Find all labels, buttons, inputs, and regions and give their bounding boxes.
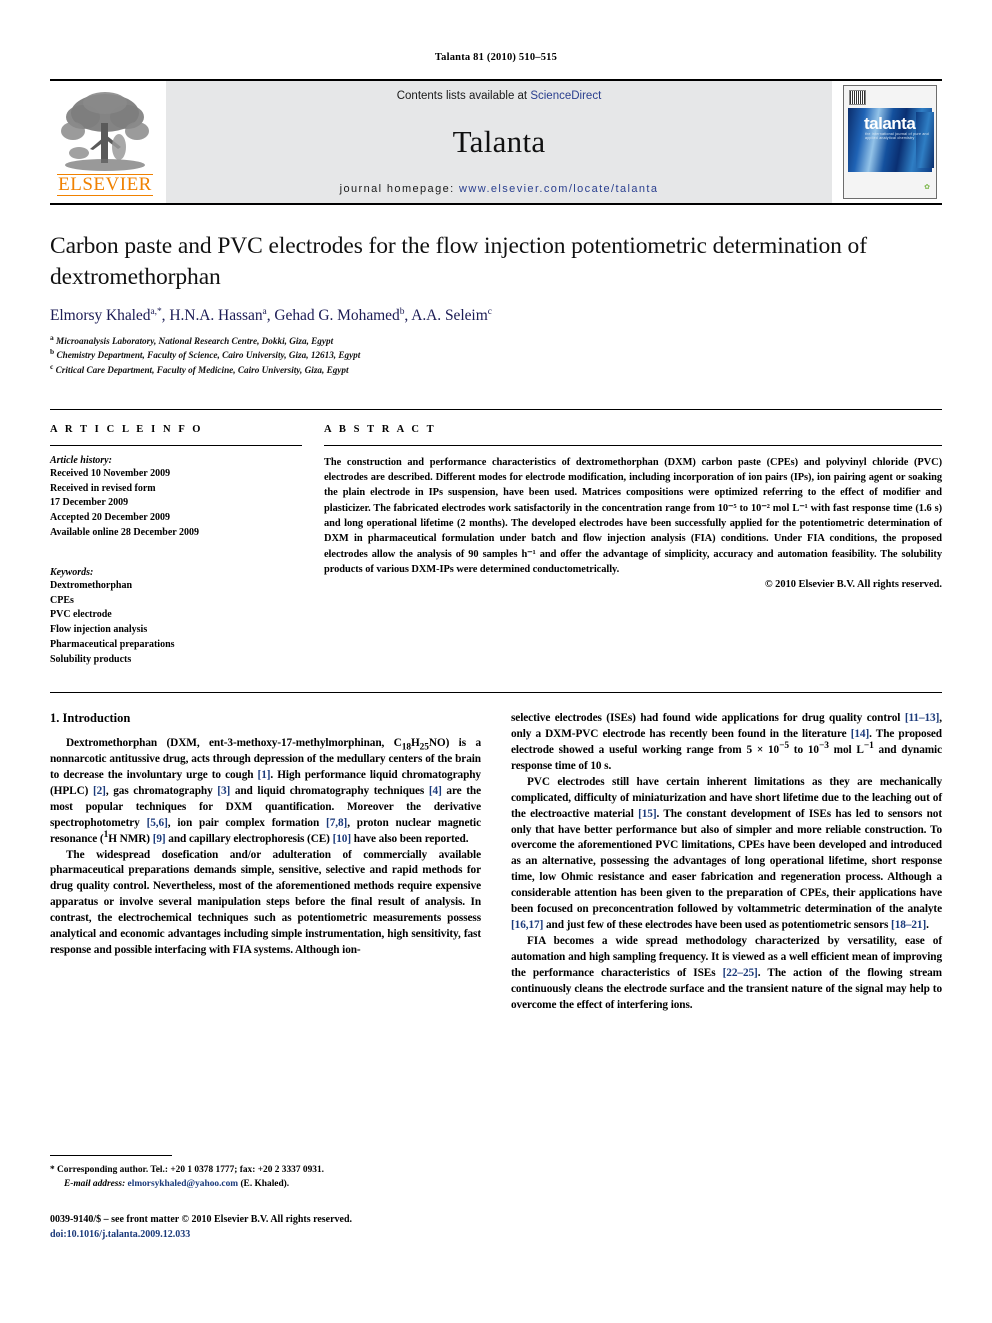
- email-link[interactable]: elmorsykhaled@yahoo.com: [128, 1179, 239, 1189]
- abstract-heading: A B S T R A C T: [324, 423, 437, 435]
- paper-page: Talanta 81 (2010) 510–515 ELSEVIER Conte…: [0, 0, 992, 1323]
- footnote-area: * Corresponding author. Tel.: +20 1 0378…: [50, 1155, 447, 1191]
- imprint-block: 0039-9140/$ – see front matter © 2010 El…: [50, 1212, 352, 1242]
- journal-homepage-link[interactable]: www.elsevier.com/locate/talanta: [459, 183, 658, 195]
- citation-link[interactable]: [10]: [333, 833, 352, 845]
- email-note: E-mail address: elmorsykhaled@yahoo.com …: [50, 1177, 447, 1191]
- paragraph: FIA becomes a wide spread methodology ch…: [511, 935, 942, 1012]
- issn-line: 0039-9140/$ – see front matter © 2010 El…: [50, 1214, 353, 1225]
- article-history-label: Article history:: [50, 454, 112, 466]
- abstract-text: The construction and performance charact…: [324, 456, 942, 575]
- article-info-column: A R T I C L E I N F O Article history: R…: [50, 424, 302, 668]
- paragraph: selective electrodes (ISEs) had found wi…: [511, 711, 943, 772]
- doi-link[interactable]: 10.1016/j.talanta.2009.12.033: [67, 1229, 191, 1240]
- keyword-item: Pharmaceutical preparations: [50, 639, 175, 651]
- homepage-label: journal homepage:: [339, 183, 460, 195]
- citation-link[interactable]: [18–21]: [891, 919, 926, 931]
- title-block: Carbon paste and PVC electrodes for the …: [50, 231, 942, 377]
- keyword-item: Dextromethorphan: [50, 579, 133, 591]
- doi-label: doi:: [50, 1229, 67, 1240]
- journal-masthead: ELSEVIER Contents lists available at Sci…: [50, 79, 942, 205]
- affiliation-text: Chemistry Department, Faculty of Science…: [56, 350, 361, 361]
- journal-banner: Contents lists available at ScienceDirec…: [166, 81, 832, 203]
- barcode-icon: [849, 90, 866, 105]
- author-item[interactable]: Elmorsy Khaleda,*: [50, 307, 162, 324]
- leaf-icon: ✿: [924, 183, 930, 192]
- history-item: Accepted 20 December 2009: [50, 512, 171, 524]
- elsevier-wordmark: ELSEVIER: [57, 174, 153, 196]
- email-suffix: (E. Khaled).: [240, 1179, 290, 1190]
- author-list: Elmorsy Khaleda,*, H.N.A. Hassana, Gehad…: [50, 306, 492, 325]
- citation-link[interactable]: [2]: [93, 785, 106, 797]
- keywords-block: Keywords: Dextromethorphan CPEs PVC elec…: [50, 567, 302, 668]
- body-columns: 1. Introduction Dextromethorphan (DXM, e…: [50, 711, 942, 1015]
- citation-link[interactable]: [4]: [429, 785, 442, 797]
- elsevier-tree-icon: [61, 92, 149, 171]
- divider: [324, 444, 942, 446]
- citation-link[interactable]: [16,17]: [511, 919, 543, 931]
- history-item: Received in revised form: [50, 482, 156, 494]
- affiliation-list: a Microanalysis Laboratory, National Res…: [50, 334, 942, 377]
- citation-link[interactable]: [1]: [258, 769, 271, 781]
- cover-journal-name: talanta: [864, 114, 916, 133]
- email-label: E-mail address:: [64, 1179, 126, 1190]
- citation-link[interactable]: [3]: [217, 785, 230, 797]
- running-head: Talanta 81 (2010) 510–515: [434, 52, 558, 63]
- article-history-list: Received 10 November 2009 Received in re…: [50, 467, 302, 541]
- affiliation-item: a Microanalysis Laboratory, National Res…: [50, 333, 334, 347]
- keywords-list: Dextromethorphan CPEs PVC electrode Flow…: [50, 579, 302, 668]
- abstract-column: A B S T R A C T The construction and per…: [324, 424, 942, 668]
- elsevier-logo: ELSEVIER: [50, 81, 160, 203]
- affiliation-text: Microanalysis Laboratory, National Resea…: [56, 336, 334, 347]
- abstract-copyright: © 2010 Elsevier B.V. All rights reserved…: [764, 579, 942, 591]
- corresponding-author-note: * Corresponding author. Tel.: +20 1 0378…: [50, 1165, 324, 1175]
- sciencedirect-link[interactable]: ScienceDirect: [530, 90, 601, 102]
- citation-link[interactable]: [9]: [153, 833, 166, 845]
- affiliation-item: c Critical Care Department, Faculty of M…: [50, 361, 349, 375]
- cover-footer: ✿: [924, 183, 930, 193]
- page-title: Carbon paste and PVC electrodes for the …: [50, 233, 867, 290]
- article-info-heading: A R T I C L E I N F O: [50, 423, 204, 435]
- citation-link[interactable]: [15]: [638, 808, 657, 820]
- keyword-item: PVC electrode: [50, 609, 112, 621]
- citation-link[interactable]: [5,6]: [147, 817, 168, 829]
- cover-artwork-strip: [916, 112, 934, 168]
- author-item[interactable]: A.A. Seleimc: [411, 307, 492, 324]
- body-divider: [50, 691, 942, 693]
- history-item: Received 10 November 2009: [50, 467, 171, 479]
- author-item[interactable]: H.N.A. Hassana: [169, 307, 266, 324]
- citation-link[interactable]: [11–13]: [905, 712, 940, 724]
- keywords-label: Keywords:: [50, 566, 94, 578]
- contents-prefix: Contents lists available at: [396, 90, 531, 102]
- doi-line: doi:10.1016/j.talanta.2009.12.033: [50, 1227, 352, 1242]
- body-column-left: 1. Introduction Dextromethorphan (DXM, e…: [50, 711, 481, 1015]
- history-item: Available online 28 December 2009: [50, 527, 200, 539]
- divider: [50, 444, 302, 446]
- history-item: 17 December 2009: [50, 497, 129, 509]
- info-abstract-region: A R T I C L E I N F O Article history: R…: [50, 408, 942, 668]
- affiliation-item: b Chemistry Department, Faculty of Scien…: [50, 347, 361, 361]
- paragraph: The widespread dosefication and/or adult…: [50, 848, 481, 957]
- journal-title: Talanta: [452, 123, 546, 159]
- footnote-divider: [50, 1155, 172, 1156]
- affiliation-text: Critical Care Department, Faculty of Med…: [55, 364, 349, 375]
- cover-subtitle: the international journal of pure and ap…: [865, 132, 929, 140]
- journal-homepage-line: journal homepage: www.elsevier.com/locat…: [340, 183, 659, 195]
- paragraph: PVC electrodes still have certain inhere…: [511, 775, 943, 932]
- keyword-item: Solubility products: [50, 653, 132, 665]
- keyword-item: CPEs: [50, 594, 74, 606]
- section-heading-introduction: 1. Introduction: [50, 710, 131, 725]
- citation-link[interactable]: [7,8]: [326, 817, 347, 829]
- contents-line: Contents lists available at ScienceDirec…: [397, 90, 602, 102]
- journal-cover-thumbnail: talanta the international journal of pur…: [838, 81, 942, 203]
- citation-link[interactable]: [22–25]: [723, 967, 758, 979]
- citation-link[interactable]: [14]: [851, 728, 870, 740]
- keyword-item: Flow injection analysis: [50, 624, 148, 636]
- author-item[interactable]: Gehad G. Mohamedb: [274, 307, 404, 324]
- body-column-right: selective electrodes (ISEs) had found wi…: [511, 711, 942, 1015]
- paragraph: Dextromethorphan (DXM, ent-3-methoxy-17-…: [50, 736, 482, 845]
